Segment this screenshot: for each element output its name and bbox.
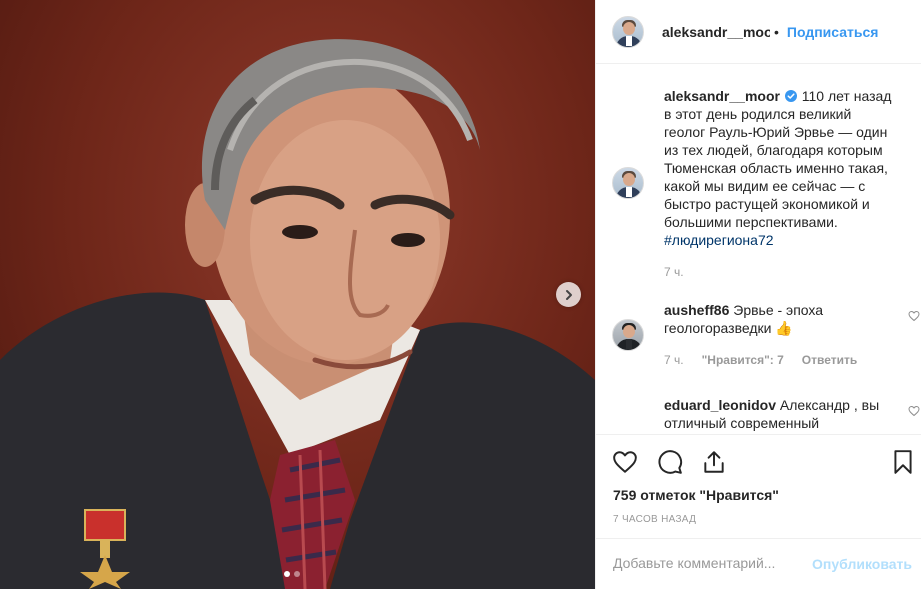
comment-username[interactable]: eduard_leonidov <box>664 397 776 413</box>
comment-input[interactable] <box>613 555 803 571</box>
carousel-dot-active <box>284 571 290 577</box>
carousel-indicator <box>284 571 300 577</box>
comment-time: 7 ч. <box>664 353 684 367</box>
comment-meta: 7 ч. "Нравится": 7 Ответить <box>664 351 894 369</box>
post-timestamp: 7 ЧАСОВ НАЗАД <box>613 514 697 525</box>
share-icon[interactable] <box>701 449 727 475</box>
comment-item: ausheff86 Эрвье - эпоха геологоразведки … <box>612 301 920 371</box>
thumbs-up-emoji: 👍 <box>775 320 793 336</box>
comment-username[interactable]: ausheff86 <box>664 302 729 318</box>
publish-button[interactable]: Опубликовать <box>812 556 912 572</box>
comment-avatar[interactable] <box>612 319 644 351</box>
caption-text: 110 лет назад в этот день родился велики… <box>664 88 892 230</box>
like-heart-icon[interactable] <box>612 449 638 475</box>
comment-like-icon[interactable] <box>908 310 920 322</box>
post-panel: aleksandr__moor • Подписаться aleksandr_… <box>595 0 921 589</box>
verified-icon <box>784 90 797 102</box>
caption-hashtag[interactable]: #людирегиона72 <box>664 232 774 248</box>
action-bar <box>596 434 921 484</box>
caption-username[interactable]: aleksandr__moor <box>664 88 780 104</box>
caption-time: 7 ч. <box>664 265 684 279</box>
caption-meta: 7 ч. <box>664 263 894 281</box>
separator-dot: • <box>774 23 779 40</box>
caption: aleksandr__moor 110 лет назад в этот ден… <box>612 87 912 279</box>
chevron-right-icon <box>565 289 572 300</box>
reply-button[interactable]: Ответить <box>802 351 857 369</box>
follow-button[interactable]: Подписаться <box>787 24 879 40</box>
bookmark-icon[interactable] <box>890 449 916 475</box>
carousel-dot <box>294 571 300 577</box>
comments-list[interactable]: aleksandr__moor 110 лет назад в этот ден… <box>596 65 921 433</box>
comment-body: eduard_leonidov Александр , вы отличный … <box>664 396 894 432</box>
comment-bubble-icon[interactable] <box>657 449 683 475</box>
caption-avatar[interactable] <box>612 167 644 199</box>
post-header: aleksandr__moor • Подписаться <box>596 0 921 64</box>
author-username[interactable]: aleksandr__moor <box>662 24 770 40</box>
portrait-illustration <box>0 39 595 589</box>
comment-likes-link[interactable]: "Нравится": 7 <box>702 351 784 369</box>
comment-item: eduard_leonidov Александр , вы отличный … <box>612 396 920 433</box>
add-comment-bar: Опубликовать <box>596 538 921 589</box>
next-photo-button[interactable] <box>556 282 581 307</box>
caption-body: aleksandr__moor 110 лет назад в этот ден… <box>664 87 894 281</box>
comment-body: ausheff86 Эрвье - эпоха геологоразведки … <box>664 301 894 369</box>
author-avatar[interactable] <box>612 15 644 48</box>
post-photo[interactable] <box>0 0 595 589</box>
likes-count[interactable]: 759 отметок "Нравится" <box>613 487 779 503</box>
comment-like-icon[interactable] <box>908 405 920 417</box>
